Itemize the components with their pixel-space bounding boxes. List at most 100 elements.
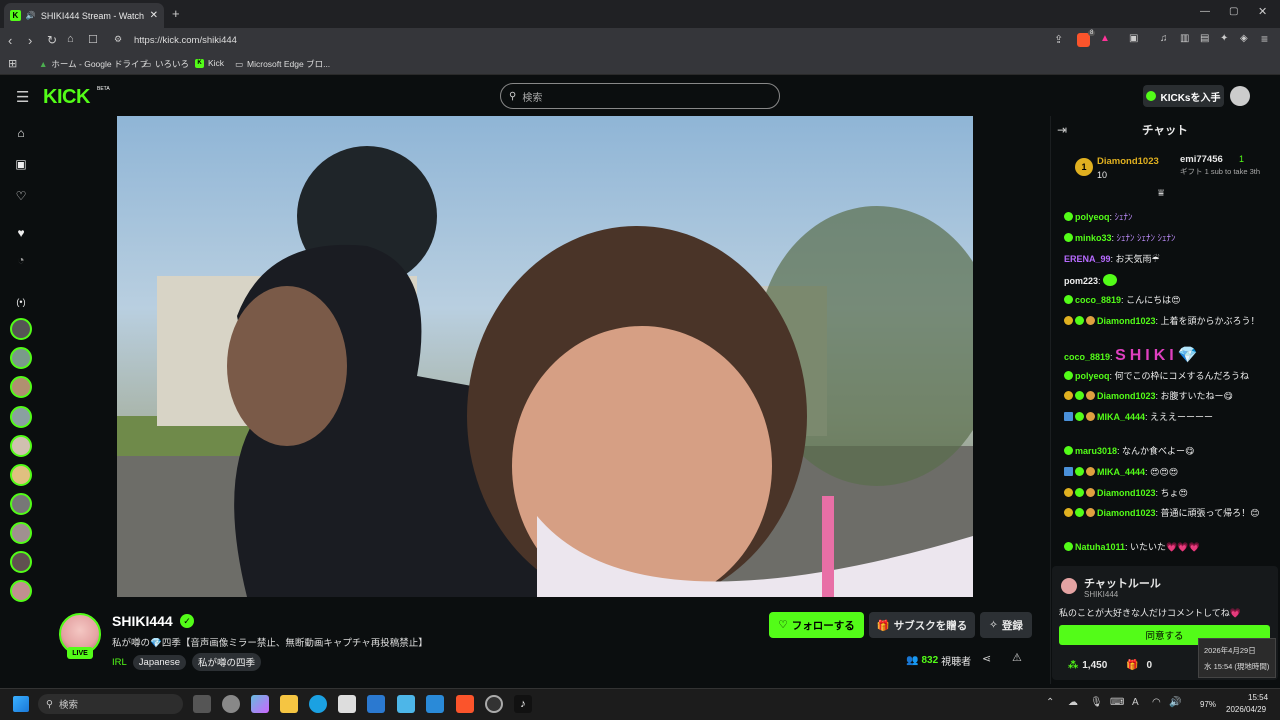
- followed-channel-avatar[interactable]: [10, 464, 32, 486]
- vpn-icon[interactable]: ◈: [1240, 33, 1248, 44]
- reader-icon[interactable]: ▣: [1129, 33, 1138, 44]
- store-icon[interactable]: [338, 695, 356, 713]
- mail-icon[interactable]: [367, 695, 385, 713]
- settings-icon[interactable]: [222, 695, 240, 713]
- tag-chip[interactable]: Japanese: [132, 654, 186, 670]
- kick-logo[interactable]: KICK: [43, 86, 90, 109]
- followed-channel-avatar[interactable]: [10, 318, 32, 340]
- url-field[interactable]: https://kick.com/shiki444: [134, 35, 237, 46]
- bookmark-folder-edge[interactable]: ▭ Microsoft Edge ブロ...: [235, 58, 330, 70]
- share-icon[interactable]: ⇪: [1054, 33, 1063, 46]
- onedrive-icon[interactable]: ☁: [1068, 697, 1078, 708]
- chat-message: MIKA_4444: えええーーーー: [1064, 411, 1276, 424]
- search-input[interactable]: ⚲ 検索: [500, 83, 780, 109]
- wallet-icon[interactable]: ▤: [1200, 33, 1209, 44]
- record-app-icon[interactable]: [485, 695, 503, 713]
- browse-nav-icon[interactable]: ▣: [12, 155, 30, 173]
- favorites-nav-icon[interactable]: ♥: [12, 224, 30, 242]
- viewers-icon: 👥: [906, 655, 919, 666]
- kicks-balance[interactable]: ⁂ 1,450: [1068, 660, 1107, 671]
- rules-title: チャットルール: [1084, 578, 1161, 590]
- chat-filter-icon[interactable]: ⩸: [1158, 188, 1164, 199]
- rank-badge-icon: [1064, 508, 1073, 517]
- clock-time[interactable]: 15:54: [1248, 693, 1268, 702]
- gift-sub-button[interactable]: 🎁 サブスクを贈る: [869, 612, 975, 638]
- taskbar-search[interactable]: ⚲ 検索: [38, 694, 183, 714]
- kick-icon: K: [195, 58, 204, 68]
- file-explorer-icon[interactable]: [280, 695, 298, 713]
- bookmark-google-drive[interactable]: ▲ ホーム - Google ドライブ: [39, 58, 148, 70]
- menu-icon[interactable]: ≡: [1261, 32, 1268, 46]
- browser-tab[interactable]: K 🔊 SHIKI444 Stream - Watch Live ✕: [4, 3, 164, 28]
- sub-badge-icon: [1075, 508, 1084, 517]
- brave-icon[interactable]: [456, 695, 474, 713]
- followed-channel-avatar[interactable]: [10, 347, 32, 369]
- rules-text: 私のことが大好きな人だけコメントしてね💗: [1059, 608, 1241, 618]
- hamburger-menu-icon[interactable]: ☰: [16, 88, 29, 106]
- avatar-nav-icon[interactable]: ◔: [12, 251, 30, 269]
- apps-icon[interactable]: ⊞: [8, 57, 17, 70]
- followed-channel-avatar[interactable]: [10, 551, 32, 573]
- window-close-icon[interactable]: ✕: [1258, 5, 1267, 18]
- subscribe-button[interactable]: ✧ 登録: [980, 612, 1032, 638]
- bookmark-icon[interactable]: ☐: [88, 33, 98, 46]
- minimize-icon[interactable]: —: [1200, 6, 1210, 17]
- new-tab-icon[interactable]: +: [172, 6, 180, 21]
- copilot-icon[interactable]: [251, 695, 269, 713]
- followed-channel-avatar[interactable]: [10, 406, 32, 428]
- site-info-icon[interactable]: ⚙: [114, 34, 122, 45]
- tray-overflow-icon[interactable]: ⌃: [1046, 697, 1054, 708]
- category-link[interactable]: IRL: [112, 657, 127, 668]
- tiktok-icon[interactable]: ♪: [514, 695, 532, 713]
- ai-icon[interactable]: ✦: [1220, 33, 1228, 44]
- tag-chip[interactable]: 私が噂の四季: [192, 653, 262, 671]
- share-stream-icon[interactable]: ⋖: [982, 652, 991, 665]
- forward-icon[interactable]: ›: [28, 33, 32, 48]
- notepad-icon[interactable]: [397, 695, 415, 713]
- follow-button[interactable]: ♡ フォローする: [769, 612, 864, 638]
- task-view-icon[interactable]: [193, 695, 211, 713]
- report-icon[interactable]: ⚠: [1012, 651, 1022, 664]
- sidebar-toggle-icon[interactable]: ▥: [1180, 33, 1189, 44]
- chat-title: チャット: [1142, 125, 1188, 137]
- back-icon[interactable]: ‹: [8, 33, 12, 48]
- reload-icon[interactable]: ↻: [47, 33, 57, 47]
- gift-badge-icon: [1086, 391, 1095, 400]
- maximize-icon[interactable]: ▢: [1229, 6, 1238, 17]
- rewards-icon[interactable]: ▲: [1100, 33, 1110, 44]
- followed-channel-avatar[interactable]: [10, 376, 32, 398]
- wifi-icon[interactable]: ◠: [1152, 697, 1161, 708]
- volume-icon[interactable]: 🔊: [1169, 697, 1181, 708]
- get-kicks-button[interactable]: KICKsを入手: [1143, 85, 1224, 107]
- battery-level[interactable]: 97%: [1200, 700, 1216, 709]
- audio-icon: 🔊: [25, 11, 36, 20]
- video-player[interactable]: [117, 116, 973, 597]
- cloud-app-icon[interactable]: [426, 695, 444, 713]
- home-nav-icon[interactable]: ⌂: [12, 124, 30, 142]
- clock-date[interactable]: 2026/04/29: [1226, 705, 1266, 714]
- bookmark-folder-iroiro[interactable]: ▭ いろいろ: [143, 58, 189, 70]
- user-avatar[interactable]: [1230, 86, 1250, 106]
- bookmark-kick[interactable]: K Kick: [195, 58, 224, 68]
- edge-icon[interactable]: [309, 695, 327, 713]
- mic-icon[interactable]: 🎙: [1090, 697, 1103, 708]
- tab-close-icon[interactable]: ✕: [150, 10, 158, 21]
- verified-icon: ✓: [180, 614, 194, 628]
- followed-channel-avatar[interactable]: [10, 493, 32, 515]
- home-icon[interactable]: ⌂: [67, 33, 74, 45]
- leader-username[interactable]: Diamond1023: [1097, 156, 1159, 167]
- drive-icon: ▲: [39, 59, 48, 69]
- followed-channel-avatar[interactable]: [10, 435, 32, 457]
- ime-icon[interactable]: A: [1132, 697, 1139, 708]
- following-nav-icon[interactable]: ♡: [12, 187, 30, 205]
- media-icon[interactable]: ♫: [1160, 33, 1168, 44]
- followed-channel-avatar[interactable]: [10, 522, 32, 544]
- windows-start-icon[interactable]: [13, 696, 29, 712]
- gift-leader-username[interactable]: emi77456: [1180, 154, 1223, 165]
- followed-channel-avatar[interactable]: [10, 580, 32, 602]
- sub-badge-icon: [1064, 542, 1073, 551]
- gift-count[interactable]: 🎁 0: [1126, 660, 1152, 671]
- keyboard-icon[interactable]: ⌨: [1110, 697, 1124, 708]
- chat-message: minko33: ｼｪﾅﾝ ｼｪﾅﾝ ｼｪﾅﾝ: [1064, 232, 1276, 245]
- streamer-name[interactable]: SHIKI444: [112, 613, 173, 629]
